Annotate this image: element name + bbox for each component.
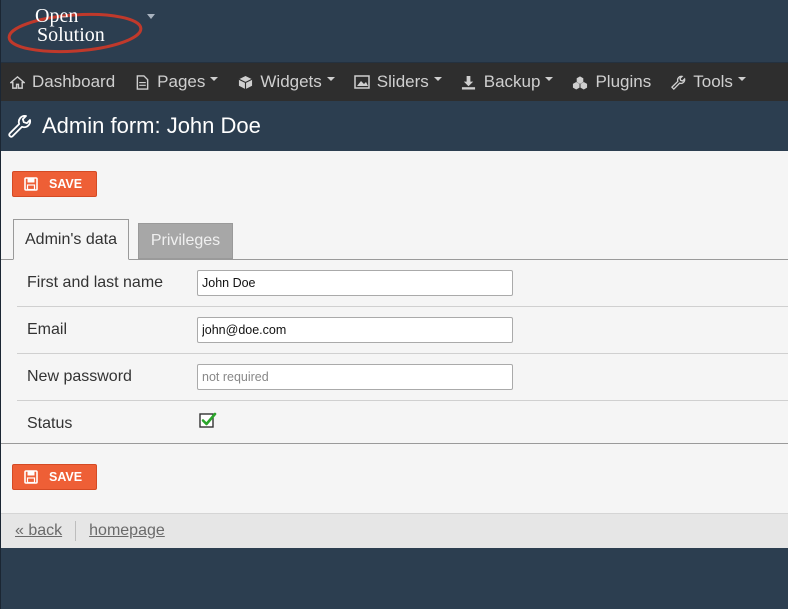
nav-item-dashboard[interactable]: Dashboard bbox=[1, 63, 126, 101]
status-label: Status bbox=[27, 415, 73, 432]
header: Open Solution bbox=[1, 0, 788, 63]
password-field[interactable] bbox=[197, 364, 513, 390]
floppy-disk-icon bbox=[24, 470, 38, 484]
floppy-disk-icon bbox=[24, 177, 38, 191]
nav-item-plugins[interactable]: Plugins bbox=[564, 63, 662, 101]
nav-item-sliders[interactable]: Sliders bbox=[346, 63, 453, 101]
main-nav: Dashboard Pages Widgets Sliders Backup P… bbox=[1, 63, 788, 101]
logo-caret-icon[interactable] bbox=[147, 14, 155, 19]
footer: « back homepage bbox=[1, 513, 788, 548]
nav-label: Pages bbox=[157, 72, 206, 91]
form-row-status: Status bbox=[17, 401, 788, 448]
form-row-name: First and last name bbox=[17, 260, 788, 307]
name-field[interactable] bbox=[197, 270, 513, 296]
email-field[interactable] bbox=[197, 317, 513, 343]
chevron-down-icon bbox=[210, 77, 219, 81]
logo-ellipse-icon: Open Solution bbox=[7, 5, 143, 54]
homepage-link[interactable]: homepage bbox=[89, 522, 165, 540]
page-title-bar: Admin form: John Doe bbox=[1, 101, 788, 151]
nav-label: Plugins bbox=[595, 72, 652, 91]
home-icon bbox=[9, 74, 25, 90]
form-bottom-divider bbox=[1, 443, 788, 444]
page-title: Admin form: John Doe bbox=[42, 113, 261, 138]
tab-privileges[interactable]: Privileges bbox=[138, 223, 233, 259]
logo[interactable]: Open Solution bbox=[7, 3, 149, 55]
save-button-bottom[interactable]: SAVE bbox=[12, 464, 97, 490]
save-label: SAVE bbox=[49, 177, 83, 191]
admin-form: First and last name Email New password S… bbox=[17, 260, 788, 448]
nav-label: Widgets bbox=[260, 72, 322, 91]
email-label: Email bbox=[27, 321, 68, 338]
app-frame: Open Solution Dashboard Pages Widgets Sl… bbox=[0, 0, 788, 609]
nav-label: Backup bbox=[483, 72, 541, 91]
wrench-icon bbox=[670, 74, 686, 90]
wrench-icon bbox=[8, 115, 31, 138]
chevron-down-icon bbox=[737, 77, 746, 81]
form-row-password: New password bbox=[17, 354, 788, 401]
back-link[interactable]: « back bbox=[15, 522, 62, 540]
status-checkbox[interactable] bbox=[199, 411, 217, 429]
nav-item-tools[interactable]: Tools bbox=[662, 63, 757, 101]
footer-divider bbox=[75, 521, 77, 541]
form-row-email: Email bbox=[17, 307, 788, 354]
save-button-top[interactable]: SAVE bbox=[12, 171, 97, 197]
name-label: First and last name bbox=[27, 274, 164, 291]
cubes-icon bbox=[572, 74, 588, 90]
save-label: SAVE bbox=[49, 470, 83, 484]
chevron-down-icon bbox=[326, 77, 335, 81]
cube-icon bbox=[237, 74, 253, 90]
nav-item-backup[interactable]: Backup bbox=[453, 63, 565, 101]
download-icon bbox=[461, 74, 477, 90]
page-icon bbox=[134, 74, 150, 90]
nav-item-pages[interactable]: Pages bbox=[126, 63, 229, 101]
chevron-down-icon bbox=[545, 77, 554, 81]
main-content: SAVE Admin's data Privileges First and l… bbox=[1, 151, 788, 513]
logo-text-solution: Solution bbox=[37, 24, 105, 46]
nav-label: Sliders bbox=[376, 72, 429, 91]
chevron-down-icon bbox=[433, 77, 442, 81]
password-label: New password bbox=[27, 368, 132, 385]
nav-item-widgets[interactable]: Widgets bbox=[229, 63, 345, 101]
nav-label: Tools bbox=[693, 72, 733, 91]
nav-label: Dashboard bbox=[32, 72, 116, 91]
image-icon bbox=[354, 74, 370, 90]
tab-bar: Admin's data Privileges bbox=[1, 219, 788, 260]
tab-admins-data[interactable]: Admin's data bbox=[13, 219, 129, 260]
